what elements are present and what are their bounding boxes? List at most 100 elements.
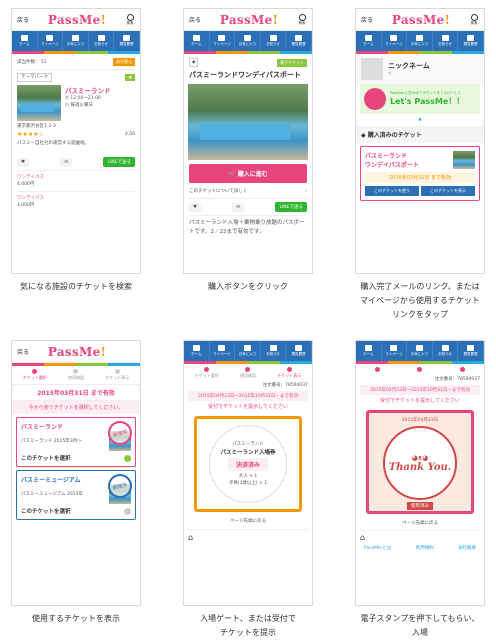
search-label: 検索 (126, 20, 134, 25)
header: 戻る PassMe! 検索 (356, 9, 484, 31)
caption-5-line1: 入場ゲート、または受付で (200, 614, 296, 623)
nav-history[interactable]: 閲覧履歴 (286, 31, 312, 51)
logo-text: PassMe (219, 12, 273, 27)
footer-link-about[interactable]: PassMe!とは (364, 545, 391, 552)
line-share-button[interactable]: LINEで送る (275, 202, 307, 212)
nav-favorites[interactable]: お気に入り (235, 31, 261, 51)
avatar[interactable] (361, 58, 383, 80)
nav-mypage[interactable]: マイページ (38, 31, 64, 51)
nav-home[interactable]: ホーム (356, 31, 382, 51)
nav-label: お知らせ (438, 352, 453, 356)
home-icon[interactable]: ⌂ (360, 530, 480, 542)
back-link[interactable]: 戻る (189, 15, 201, 24)
child-qty: 子供(3歳以上) × 1 (228, 481, 268, 486)
search-icon[interactable]: 検索 (297, 13, 307, 26)
detail-link[interactable]: このチケットについて詳しく (189, 188, 247, 195)
nav-mypage[interactable]: マイページ (210, 341, 236, 361)
ticket-card-2[interactable]: パスミーミュージアム パスミーミュージアム 2015年 期限外 このチケットを選… (16, 470, 136, 520)
page-top-link[interactable]: ページ先頭に戻る (184, 518, 312, 525)
history-icon (467, 345, 475, 351)
passme-logo[interactable]: PassMe! (392, 13, 450, 27)
stamp-box[interactable]: 2015年04月23日 ◕ᴥ◕ Thank You. 使用済み (366, 410, 474, 514)
buy-button[interactable]: 🛒 購入に進む (189, 164, 307, 183)
nav-label: マイページ (385, 42, 403, 46)
banner-title: Let's PassMe！！ (390, 97, 465, 106)
edit-profile-link[interactable]: ✎ (388, 71, 430, 78)
show-ticket-button[interactable]: このチケットを表示 (421, 186, 475, 196)
ticket-link-1[interactable]: ワンデイパス (17, 174, 135, 181)
line-share-button[interactable]: LINEで送る (103, 157, 135, 167)
nav-mypage[interactable]: マイページ (210, 31, 236, 51)
logo-text: PassMe (47, 12, 101, 27)
passme-logo[interactable]: PassMe! (48, 13, 106, 27)
adult-qty: 大人 × 1 (238, 474, 258, 479)
nav-history[interactable]: 閲覧履歴 (286, 341, 312, 361)
nav-history[interactable]: 閲覧履歴 (458, 31, 484, 51)
step-confirm: 使用確認 (240, 367, 256, 379)
nav-favorites[interactable]: お気に入り (63, 31, 89, 51)
nav-news[interactable]: お知らせ (261, 31, 287, 51)
nav-label: お気に入り (238, 352, 257, 356)
step-5-cell: ホーム マイページ お気に入り お知らせ 閲覧履歴 チケット選択 使用確認 チケ… (174, 340, 322, 640)
header: 戻る PassMe! 検索 (12, 9, 140, 31)
caption-3-line1: 購入完了メールのリンク、または (360, 282, 480, 291)
step-display: チケット表示 (105, 369, 129, 381)
back-link[interactable]: 戻る (361, 15, 373, 24)
facility-name[interactable]: パスミーランド (65, 85, 135, 95)
select-ticket-button[interactable]: このチケットを選択 (21, 454, 71, 462)
nav-mypage[interactable]: マイページ (382, 31, 408, 51)
line-follow-link[interactable]: ▲ (356, 116, 484, 123)
back-link[interactable]: 戻る (17, 15, 29, 24)
facility-description: パスミー自社社の運営する遊園地。 (17, 141, 89, 146)
logo-bang: ! (444, 12, 451, 27)
chevron-right-icon: › (305, 189, 307, 194)
logo-text: PassMe (47, 344, 101, 359)
nav-home[interactable]: ホーム (184, 31, 210, 51)
facility-photo[interactable] (17, 85, 61, 121)
passme-logo[interactable]: PassMe! (220, 13, 278, 27)
ticket-tag: ◆ (189, 58, 199, 67)
megaphone-icon (97, 35, 105, 41)
nav-news[interactable]: お知らせ (89, 31, 115, 51)
select-ticket-button[interactable]: このチケットを選択 (21, 507, 71, 515)
mail-button[interactable]: ✉ (60, 157, 73, 167)
nav-favorites[interactable]: お気に入り (407, 31, 433, 51)
ticket-link-2[interactable]: ワンデイパス (17, 195, 135, 202)
nav-news[interactable]: お知らせ (433, 341, 459, 361)
nav-home[interactable]: ホーム (12, 31, 38, 51)
nav-news[interactable]: お知らせ (433, 31, 459, 51)
search-label: 検索 (298, 20, 306, 25)
result-count: 該当件数： 51 (17, 59, 47, 65)
purchased-ticket[interactable]: パスミーランド ワンデイパスポート 2015年03月31日 まで有効 このチケッ… (360, 146, 480, 201)
nav-home[interactable]: ホーム (356, 341, 382, 361)
megaphone-icon (269, 345, 277, 351)
nav-favorites[interactable]: お気に入り (235, 341, 261, 361)
line-banner[interactable]: PassMe!公式LINEアカウントをフォローして Let's PassMe！！ (360, 84, 480, 114)
page-top-link[interactable]: ページ先頭に戻る (356, 520, 484, 527)
share-button[interactable]: ♥ (189, 202, 202, 212)
step-6-cell: ホーム マイページ お気に入り お知らせ 閲覧履歴 注文番号：78594037 … (346, 340, 494, 640)
opening-hours: ◷ 12:00〜21:00 (65, 96, 101, 101)
footer-link-company[interactable]: 会社概要 (458, 545, 476, 552)
rabbit-icon: ◕ᴥ◕ (411, 453, 429, 462)
search-icon[interactable]: 検索 (469, 13, 479, 26)
nav-mypage[interactable]: マイページ (382, 341, 408, 361)
mail-button[interactable]: ✉ (232, 202, 245, 212)
share-button[interactable]: ♥ (17, 157, 30, 167)
sort-button[interactable]: 並び替え (113, 58, 135, 66)
use-ticket-button[interactable]: このチケットを使う (365, 186, 419, 196)
step-display: チケット表示 (277, 367, 301, 379)
back-link[interactable]: 戻る (17, 347, 29, 356)
user-icon (390, 345, 398, 351)
nav-news[interactable]: お知らせ (261, 341, 287, 361)
home-icon[interactable]: ⌂ (188, 529, 308, 542)
nav-history[interactable]: 閲覧履歴 (458, 341, 484, 361)
passme-logo[interactable]: PassMe! (48, 345, 106, 359)
favorite-badge[interactable]: ♥ (125, 74, 135, 81)
ticket-card-1[interactable]: パスミーランド パスミーランド 2015年3月〜 未使用 このチケットを選択 (16, 417, 136, 467)
search-icon[interactable]: 検索 (125, 13, 135, 26)
nav-home[interactable]: ホーム (184, 341, 210, 361)
nav-favorites[interactable]: お気に入り (407, 341, 433, 361)
nav-history[interactable]: 閲覧履歴 (114, 31, 140, 51)
footer-link-terms[interactable]: 利用規約 (416, 545, 434, 552)
